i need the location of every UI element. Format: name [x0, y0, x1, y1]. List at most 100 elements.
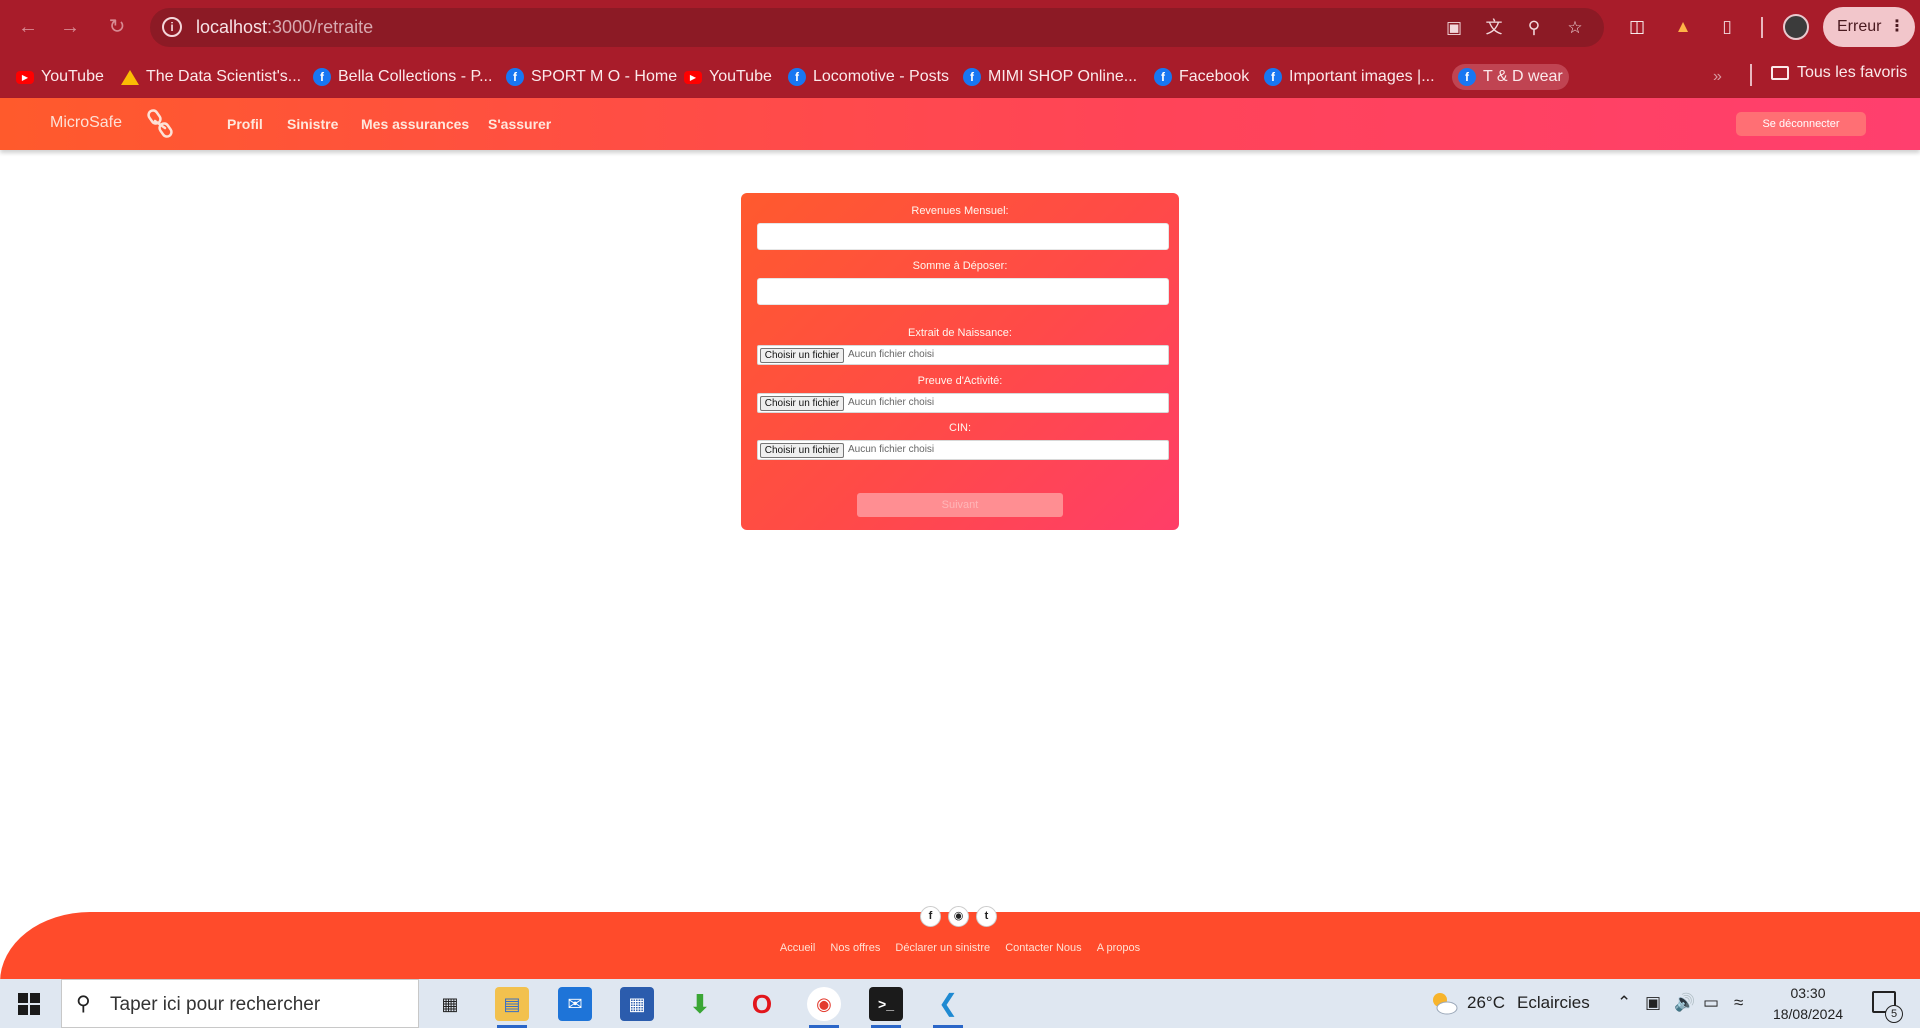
- twitter-icon[interactable]: t: [976, 906, 997, 927]
- translate-icon[interactable]: 文: [1483, 17, 1505, 39]
- app-navbar: MicroSafe Profil Sinistre Mes assurances…: [0, 98, 1920, 150]
- bookmark-youtube-1[interactable]: ▶ YouTube: [10, 64, 110, 90]
- footer-link-accueil[interactable]: Accueil: [780, 942, 815, 954]
- bookmark-label: Facebook: [1179, 68, 1250, 85]
- footer-links: Accueil Nos offres Déclarer un sinistre …: [0, 942, 1920, 954]
- mail-icon[interactable]: ✉: [558, 987, 592, 1021]
- deposit-label: Somme à Déposer:: [912, 260, 1008, 272]
- facebook-icon: f: [963, 68, 981, 86]
- choose-file-button[interactable]: Choisir un fichier: [760, 443, 844, 458]
- bookmark-important-images[interactable]: f Important images |...: [1258, 64, 1441, 90]
- bookmark-label: YouTube: [709, 68, 772, 85]
- fire-extension-icon[interactable]: ▲: [1670, 14, 1696, 40]
- pocket-extension-icon[interactable]: ◫: [1624, 14, 1650, 40]
- download-manager-icon[interactable]: ⬇: [683, 987, 717, 1021]
- folder-icon: [1771, 66, 1789, 80]
- all-bookmarks-label: Tous les favoris: [1797, 64, 1908, 81]
- volume-icon[interactable]: 🔊: [1674, 993, 1695, 1013]
- facebook-icon[interactable]: f: [920, 906, 941, 927]
- bookmark-data-scientist[interactable]: The Data Scientist's...: [115, 64, 307, 90]
- all-bookmarks-folder[interactable]: Tous les favoris: [1771, 64, 1907, 82]
- choose-file-button[interactable]: Choisir un fichier: [760, 396, 844, 411]
- chrome-icon[interactable]: ◉: [807, 987, 841, 1028]
- cin-label: CIN:: [949, 422, 971, 434]
- youtube-icon: ▶: [684, 70, 702, 84]
- microsoft-store-icon[interactable]: ▦: [620, 987, 654, 1021]
- footer-link-declarer-sinistre[interactable]: Déclarer un sinistre: [895, 942, 990, 954]
- nav-link-sassurer[interactable]: S'assurer: [488, 116, 551, 132]
- facebook-icon: f: [1458, 68, 1476, 86]
- facebook-icon: f: [506, 68, 524, 86]
- bookmark-facebook[interactable]: f Facebook: [1148, 64, 1255, 90]
- system-clock[interactable]: 03:30 18/08/2024: [1768, 983, 1848, 1025]
- partly-cloudy-icon: [1433, 993, 1458, 1015]
- google-drive-icon: [121, 69, 139, 85]
- footer-link-nos-offres[interactable]: Nos offres: [830, 942, 880, 954]
- nav-link-profil[interactable]: Profil: [227, 116, 263, 132]
- vscode-icon[interactable]: ❮: [931, 987, 965, 1028]
- bookmark-td-wear[interactable]: f T & D wear: [1452, 64, 1569, 90]
- bookmark-bella-collections[interactable]: f Bella Collections - P...: [307, 64, 498, 90]
- search-icon: ⚲: [76, 993, 91, 1015]
- footer-link-contacter-nous[interactable]: Contacter Nous: [1005, 942, 1081, 954]
- security-icon[interactable]: ▣: [1645, 993, 1661, 1013]
- wifi-icon[interactable]: ≈: [1734, 993, 1743, 1013]
- bookmark-label: Locomotive - Posts: [813, 68, 950, 85]
- cin-file-input[interactable]: Choisir un fichier Aucun fichier choisi: [757, 440, 1169, 460]
- monthly-revenue-input[interactable]: [757, 223, 1169, 250]
- deposit-amount-input[interactable]: [757, 278, 1169, 305]
- url-text[interactable]: localhost:3000/retraite: [196, 17, 373, 38]
- footer-link-a-propos[interactable]: A propos: [1097, 942, 1140, 954]
- birth-certificate-label: Extrait de Naissance:: [908, 327, 1012, 339]
- bookmark-label: The Data Scientist's...: [146, 68, 302, 85]
- error-button[interactable]: Erreur ⋮: [1823, 7, 1915, 47]
- next-button[interactable]: Suivant: [857, 493, 1063, 517]
- toolbar-divider: [1761, 17, 1763, 38]
- revenue-label: Revenues Mensuel:: [911, 205, 1009, 217]
- bookmark-mimi-shop[interactable]: f MIMI SHOP Online...: [957, 64, 1143, 90]
- brand-name[interactable]: MicroSafe: [50, 114, 122, 132]
- nav-link-mes-assurances[interactable]: Mes assurances: [361, 116, 469, 132]
- more-bookmarks-chevron-icon[interactable]: »: [1713, 68, 1722, 86]
- install-app-icon[interactable]: ▣: [1443, 17, 1465, 39]
- bookmark-label: SPORT M O - Home: [531, 68, 678, 85]
- chevron-up-icon[interactable]: ⌃: [1617, 993, 1631, 1013]
- terminal-icon[interactable]: >_: [869, 987, 903, 1028]
- taskbar-search-input[interactable]: ⚲ Taper ici pour rechercher: [61, 979, 419, 1028]
- profile-avatar[interactable]: [1783, 14, 1809, 40]
- social-links: f ◉ t: [920, 906, 997, 927]
- bookmark-star-icon[interactable]: ☆: [1564, 17, 1586, 39]
- file-explorer-icon[interactable]: ▤: [495, 987, 529, 1028]
- task-view-icon[interactable]: ▦: [433, 987, 467, 1021]
- clock-date: 18/08/2024: [1772, 1006, 1844, 1022]
- bookmark-youtube-2[interactable]: ▶ YouTube: [678, 64, 778, 90]
- choose-file-button[interactable]: Choisir un fichier: [760, 348, 844, 363]
- nav-link-sinistre[interactable]: Sinistre: [287, 116, 338, 132]
- browser-toolbar: ← → ↻ i localhost:3000/retraite ▣ 文 ⚲ ☆ …: [0, 0, 1920, 55]
- instagram-icon[interactable]: ◉: [948, 906, 969, 927]
- bookmark-locomotive[interactable]: f Locomotive - Posts: [782, 64, 955, 90]
- logout-button[interactable]: Se déconnecter: [1736, 112, 1866, 136]
- activity-proof-file-input[interactable]: Choisir un fichier Aucun fichier choisi: [757, 393, 1169, 413]
- windows-start-icon[interactable]: [18, 993, 40, 1015]
- weather-temperature[interactable]: 26°C: [1467, 993, 1505, 1013]
- bookmark-label: Important images |...: [1289, 68, 1435, 85]
- reload-icon[interactable]: ↻: [103, 13, 131, 41]
- facebook-icon: f: [1264, 68, 1282, 86]
- clock-time: 03:30: [1790, 985, 1826, 1001]
- no-file-chosen-text: Aucun fichier choisi: [848, 444, 935, 455]
- site-info-icon[interactable]: i: [162, 17, 182, 37]
- birth-certificate-file-input[interactable]: Choisir un fichier Aucun fichier choisi: [757, 345, 1169, 365]
- address-bar[interactable]: i localhost:3000/retraite ▣ 文 ⚲ ☆: [150, 8, 1604, 47]
- bookmark-label: YouTube: [41, 68, 104, 85]
- zoom-icon[interactable]: ⚲: [1523, 17, 1545, 39]
- bookmarks-bar: ▶ YouTube The Data Scientist's... f Bella …: [0, 55, 1920, 98]
- back-arrow-icon[interactable]: ←: [14, 13, 42, 41]
- extensions-puzzle-icon[interactable]: ▯: [1714, 14, 1740, 40]
- forward-arrow-icon[interactable]: →: [56, 13, 84, 41]
- battery-icon[interactable]: ▭: [1703, 993, 1719, 1013]
- weather-description[interactable]: Eclaircies: [1517, 993, 1590, 1013]
- opera-icon[interactable]: O: [745, 987, 779, 1021]
- retirement-form-card: Revenues Mensuel: Somme à Déposer: Extra…: [741, 193, 1179, 530]
- bookmark-sport-mo[interactable]: f SPORT M O - Home: [500, 64, 683, 90]
